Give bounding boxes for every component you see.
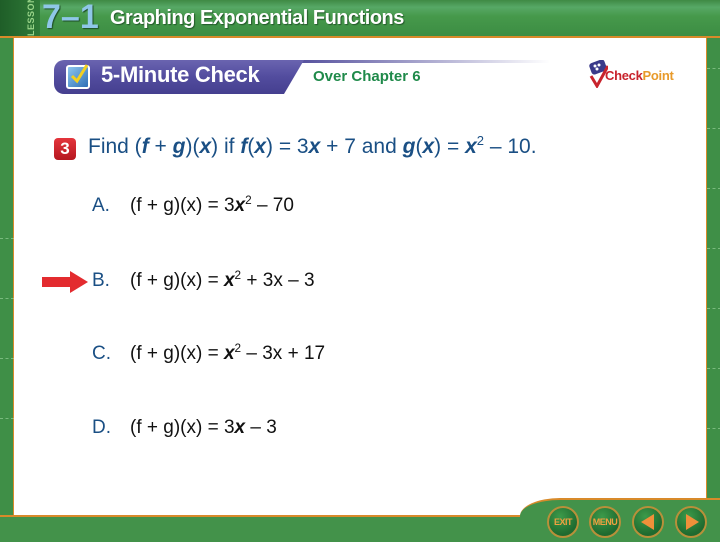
banner-subtitle: Over Chapter 6 [313, 68, 421, 85]
choice-letter: A. [92, 195, 110, 216]
answer-choice-a[interactable]: A. (f + g)(x) = 3x2 – 70 [92, 195, 294, 217]
question-text: Find (f + g)(x) if f(x) = 3x + 7 and g(x… [88, 133, 537, 158]
choice-letter: D. [92, 417, 111, 438]
left-side-strip [0, 38, 14, 515]
checkpoint-wordmark: CheckPoint [605, 68, 674, 83]
question-number-badge: 3 [54, 138, 76, 160]
lesson-label: LESSON [26, 0, 36, 36]
previous-button[interactable] [632, 506, 664, 538]
banner-divider [290, 60, 550, 63]
correct-answer-arrow-icon [42, 271, 88, 293]
banner-title: 5-Minute Check [101, 62, 260, 87]
right-side-strip [706, 38, 720, 515]
menu-button[interactable]: MENU [589, 506, 621, 538]
answer-choice-d[interactable]: D. (f + g)(x) = 3x – 3 [92, 417, 277, 439]
checkbox-icon [66, 64, 90, 89]
lesson-header: LESSON 7–1 Graphing Exponential Function… [0, 0, 720, 38]
lesson-number: 7–1 [42, 0, 99, 36]
choice-lhs: (f + g)(x) = [130, 343, 224, 364]
lesson-title: Graphing Exponential Functions [110, 7, 404, 29]
choice-lhs: (f + g)(x) = [130, 417, 224, 438]
choice-lhs: (f + g)(x) = [130, 195, 224, 216]
exit-button[interactable]: EXIT [547, 506, 579, 538]
answer-choice-c[interactable]: C. (f + g)(x) = x2 – 3x + 17 [92, 343, 325, 365]
triangle-right-icon [686, 514, 699, 530]
choice-lhs: (f + g)(x) = [130, 270, 224, 291]
answer-choice-b[interactable]: B. (f + g)(x) = x2 + 3x – 3 [92, 270, 315, 292]
choice-letter: B. [92, 270, 110, 291]
next-button[interactable] [675, 506, 707, 538]
choice-letter: C. [92, 343, 111, 364]
checkpoint-logo: CheckPoint [588, 60, 688, 90]
triangle-left-icon [641, 514, 654, 530]
